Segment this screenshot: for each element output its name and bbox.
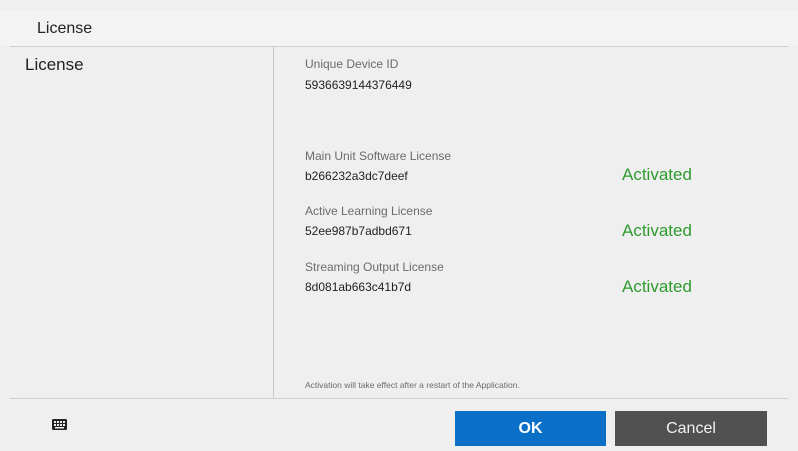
license-dialog: License License Unique Device ID 5936639… — [0, 0, 798, 451]
license-label-active-learning: Active Learning License — [305, 204, 433, 218]
license-label-streaming-output: Streaming Output License — [305, 260, 444, 274]
footer-bar: OK Cancel — [0, 399, 798, 451]
dialog-title: License — [37, 20, 93, 37]
license-key-streaming-output: 8d081ab663c41b7d — [305, 280, 412, 294]
license-key-main-unit: b266232a3dc7deef — [305, 169, 408, 183]
ok-button[interactable]: OK — [455, 411, 606, 446]
keyboard-icon[interactable] — [52, 419, 67, 430]
license-label-main-unit: Main Unit Software License — [305, 149, 452, 163]
license-status-main-unit: Activated — [622, 165, 692, 184]
sidebar-item-license[interactable]: License — [25, 55, 84, 75]
license-details: Unique Device ID 5936639144376449 Main U… — [274, 47, 788, 398]
device-id-label: Unique Device ID — [305, 57, 399, 71]
license-status-streaming-output: Activated — [622, 277, 692, 296]
license-status-active-learning: Activated — [622, 221, 692, 240]
restart-note: Activation will take effect after a rest… — [305, 380, 520, 390]
device-id-value: 5936639144376449 — [305, 78, 412, 92]
title-bar: License — [0, 10, 798, 46]
sidebar: License — [10, 47, 273, 398]
license-key-active-learning: 52ee987b7adbd671 — [305, 224, 412, 238]
cancel-button[interactable]: Cancel — [615, 411, 767, 446]
